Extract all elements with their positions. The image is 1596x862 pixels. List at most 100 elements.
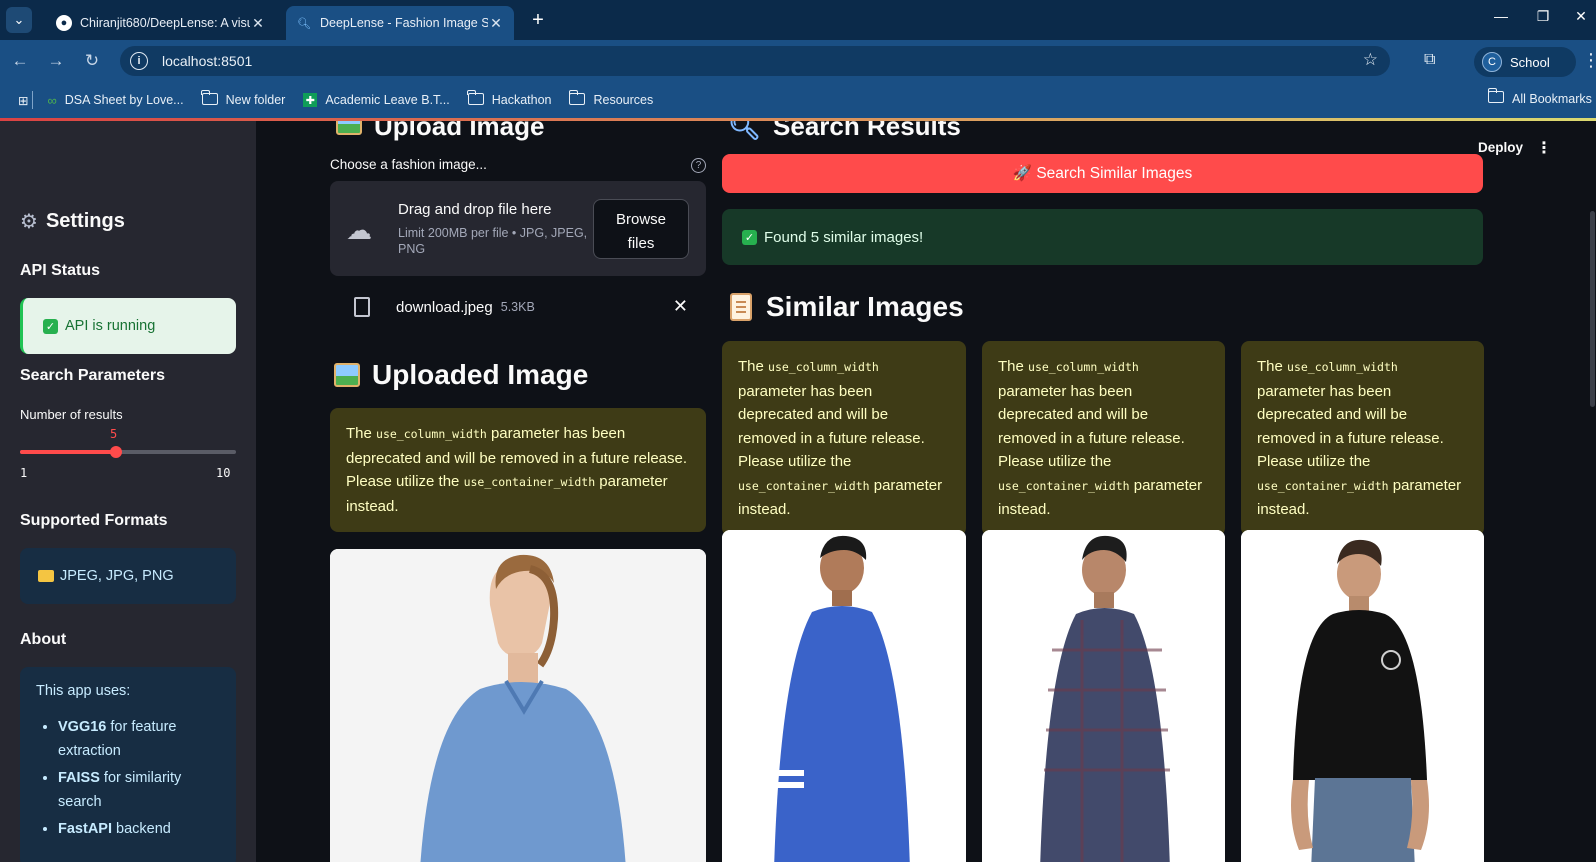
minimize-icon[interactable]: — bbox=[1486, 8, 1516, 24]
uploaded-image bbox=[330, 549, 706, 862]
back-icon[interactable]: ← bbox=[4, 51, 36, 71]
bookmark-separator bbox=[32, 91, 34, 109]
github-icon: ● bbox=[56, 15, 72, 31]
folder-icon bbox=[568, 89, 586, 108]
dropzone-limit: Limit 200MB per file • JPG, JPEG, PNG bbox=[398, 226, 588, 256]
browser-tab-deeplense[interactable]: 🔍︎ DeepLense - Fashion Image Sea ✕ bbox=[286, 6, 514, 40]
close-tab-icon[interactable]: ✕ bbox=[488, 15, 504, 32]
folder-icon bbox=[38, 570, 54, 582]
found-results-alert: ✓ Found 5 similar images! bbox=[722, 209, 1483, 265]
remove-file-icon[interactable]: ✕ bbox=[673, 296, 688, 317]
url-text: localhost:8501 bbox=[162, 53, 253, 69]
uploaded-image-heading: Uploaded Image bbox=[334, 359, 588, 391]
browser-tab-bar: ⌄ ● Chiranjit680/DeepLense: A visu ✕ 🔍︎ … bbox=[0, 0, 1596, 40]
similar-images-heading: Similar Images bbox=[730, 291, 964, 323]
list-item: FAISS for similarity search bbox=[58, 766, 220, 814]
browser-tab-github[interactable]: ● Chiranjit680/DeepLense: A visu ✕ bbox=[46, 6, 276, 40]
uploaded-file-row: download.jpeg 5.3KB ✕ bbox=[330, 291, 706, 323]
list-item: FastAPI backend bbox=[58, 817, 220, 841]
close-window-icon[interactable]: ✕ bbox=[1566, 8, 1596, 25]
person-photo bbox=[722, 530, 966, 862]
search-results-heading: 🔍︎ Search Results bbox=[728, 121, 961, 142]
gear-icon: ⚙ bbox=[20, 211, 38, 233]
cloud-upload-icon: ☁ bbox=[346, 215, 372, 245]
settings-title: ⚙ Settings bbox=[20, 210, 125, 233]
bookmark-dsa-sheet[interactable]: ∞ DSA Sheet by Love... bbox=[47, 93, 183, 108]
search-similar-button[interactable]: 🚀 Search Similar Images bbox=[722, 154, 1483, 193]
scrollbar[interactable] bbox=[1590, 211, 1595, 407]
browse-files-button[interactable]: Browse files bbox=[593, 199, 689, 259]
clipboard-emoji-icon bbox=[730, 293, 752, 321]
check-icon: ✓ bbox=[43, 318, 58, 334]
deprecation-warning: The use_column_width parameter has been … bbox=[722, 341, 966, 536]
similar-image-2 bbox=[982, 530, 1225, 862]
profile-button[interactable]: C School bbox=[1474, 47, 1576, 77]
address-bar-row: ← → ↻ i localhost:8501 ☆ bbox=[0, 40, 1596, 82]
folder-icon bbox=[1487, 88, 1504, 106]
deprecation-warning: The use_column_width parameter has been … bbox=[982, 341, 1225, 536]
browser-menu-icon[interactable]: ⋮ bbox=[1582, 50, 1596, 71]
uploader-label: Choose a fashion image... bbox=[330, 157, 487, 172]
bookmarks-bar: ⊞ ∞ DSA Sheet by Love... New folder ✚ Acad… bbox=[0, 82, 1596, 118]
slider-thumb[interactable] bbox=[109, 446, 122, 458]
apps-icon[interactable]: ⊞ bbox=[18, 93, 28, 108]
about-info: This app uses: VGG16 for feature extract… bbox=[20, 667, 236, 862]
slider-max: 10 bbox=[216, 466, 231, 480]
bookmark-resources[interactable]: Resources bbox=[568, 89, 653, 108]
new-tab-plus-icon[interactable]: + bbox=[526, 9, 550, 32]
main-content: Deploy ⋮ Upload Image Choose a fashion i… bbox=[256, 121, 1596, 862]
slider-min: 1 bbox=[20, 466, 28, 480]
tab-search-chevron-icon[interactable]: ⌄ bbox=[6, 7, 32, 33]
profile-name: School bbox=[1510, 54, 1550, 70]
formats-heading: Supported Formats bbox=[20, 512, 168, 529]
extensions-icon[interactable]: ⧉ bbox=[1424, 51, 1435, 69]
person-photo bbox=[1241, 530, 1484, 862]
maximize-icon[interactable]: ❐ bbox=[1528, 8, 1558, 25]
image-emoji-icon bbox=[336, 121, 362, 135]
results-slider[interactable] bbox=[20, 446, 236, 458]
person-photo bbox=[982, 530, 1225, 862]
slider-fill bbox=[20, 450, 116, 454]
deploy-button[interactable]: Deploy bbox=[1478, 140, 1523, 155]
sheets-icon: ✚ bbox=[303, 93, 318, 107]
app-menu-icon[interactable]: ⋮ bbox=[1536, 138, 1552, 158]
formats-info: JPEG, JPG, PNG bbox=[20, 548, 236, 604]
url-input[interactable]: i localhost:8501 ☆ bbox=[120, 46, 1390, 76]
dropzone-title: Drag and drop file here bbox=[398, 201, 552, 218]
deprecation-warning: The use_column_width parameter has been … bbox=[330, 408, 706, 532]
bookmark-hackathon[interactable]: Hackathon bbox=[467, 89, 551, 108]
sidebar: ⚙ Settings API Status ✓ API is running S… bbox=[0, 121, 256, 862]
search-params-heading: Search Parameters bbox=[20, 367, 165, 384]
bookmark-star-icon[interactable]: ☆ bbox=[1363, 50, 1378, 70]
reload-icon[interactable]: ↻ bbox=[76, 51, 108, 71]
bookmark-academic-leave[interactable]: ✚ Academic Leave B.T... bbox=[303, 93, 450, 107]
slider-value: 5 bbox=[110, 427, 118, 441]
file-size: 5.3KB bbox=[500, 300, 535, 314]
forward-icon[interactable]: → bbox=[40, 51, 72, 71]
api-status-heading: API Status bbox=[20, 262, 101, 279]
file-name: download.jpeg bbox=[396, 298, 493, 316]
folder-icon bbox=[467, 89, 484, 108]
similar-image-1 bbox=[722, 530, 966, 862]
similar-image-3 bbox=[1241, 530, 1484, 862]
upload-heading: Upload Image bbox=[336, 121, 544, 142]
all-bookmarks[interactable]: All Bookmarks bbox=[1487, 88, 1592, 106]
check-icon: ✓ bbox=[742, 229, 757, 245]
file-icon bbox=[354, 297, 370, 317]
image-emoji-icon bbox=[334, 363, 360, 387]
slider-label: Number of results bbox=[20, 407, 123, 422]
about-heading: About bbox=[20, 631, 67, 648]
search-favicon-icon: 🔍︎ bbox=[297, 17, 311, 30]
site-info-icon[interactable]: i bbox=[130, 52, 148, 70]
infinity-icon: ∞ bbox=[47, 92, 57, 108]
bookmark-new-folder[interactable]: New folder bbox=[201, 89, 285, 108]
folder-icon bbox=[201, 89, 218, 108]
file-dropzone[interactable]: ☁ Drag and drop file here Limit 200MB pe… bbox=[330, 181, 706, 276]
close-tab-icon[interactable]: ✕ bbox=[250, 15, 266, 32]
avatar: C bbox=[1482, 52, 1502, 72]
about-list: VGG16 for feature extraction FAISS for s… bbox=[36, 715, 220, 841]
help-icon[interactable]: ? bbox=[691, 158, 706, 173]
about-intro: This app uses: bbox=[36, 683, 131, 699]
tab-title: DeepLense - Fashion Image Sea bbox=[320, 16, 488, 30]
api-status-alert: ✓ API is running bbox=[20, 298, 236, 354]
